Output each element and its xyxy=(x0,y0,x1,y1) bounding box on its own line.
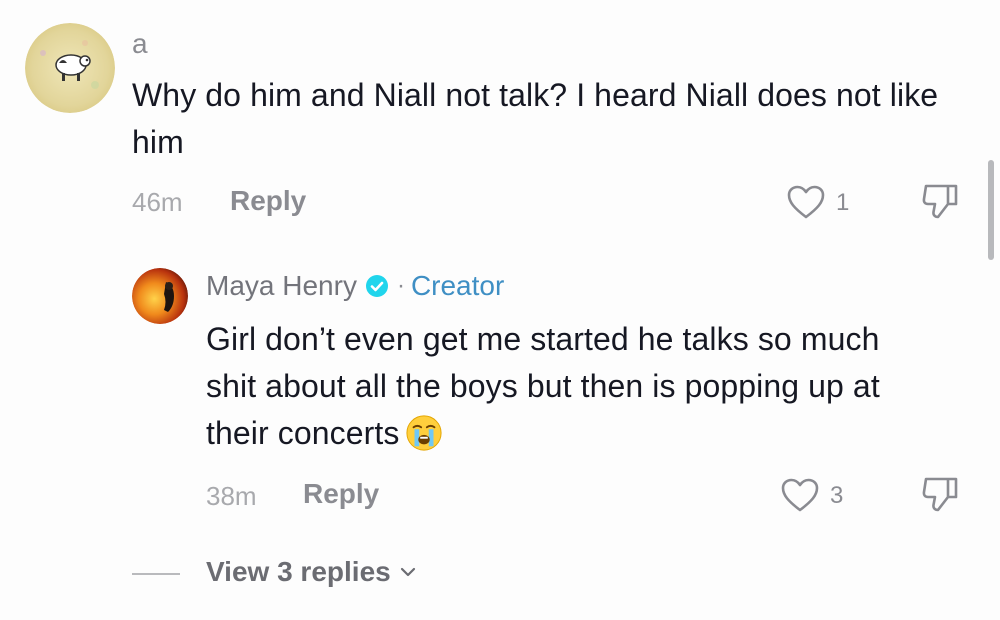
chevron-down-icon xyxy=(400,567,415,577)
comment-text: Why do him and Niall not talk? I heard N… xyxy=(132,77,939,160)
view-replies-label: View 3 replies xyxy=(206,556,391,587)
avatar[interactable] xyxy=(132,268,188,324)
comment-timestamp: 46m xyxy=(132,187,183,217)
cow-cartoon-avatar-icon xyxy=(25,23,115,113)
like-count: 1 xyxy=(836,189,850,216)
like-count: 3 xyxy=(830,482,844,509)
verified-badge-icon xyxy=(365,275,388,297)
separator-dot: · xyxy=(396,272,405,299)
heart-icon[interactable] xyxy=(780,477,820,513)
dislike-icon[interactable] xyxy=(920,182,962,220)
loudly-crying-face-icon xyxy=(406,415,443,451)
reply-button[interactable]: Reply xyxy=(303,478,379,510)
creator-header: Maya Henry · Creator xyxy=(206,270,504,302)
comment-timestamp: 38m xyxy=(206,481,257,511)
comment-username[interactable]: a xyxy=(132,28,148,60)
dislike-icon[interactable] xyxy=(920,475,962,513)
heart-icon[interactable] xyxy=(786,184,826,220)
replies-divider xyxy=(132,573,180,575)
comment-thread: a Why do him and Niall not talk? I heard… xyxy=(0,0,1000,620)
fire-photo-avatar-icon xyxy=(132,268,188,324)
comment-username[interactable]: Maya Henry xyxy=(206,270,357,302)
creator-badge: Creator xyxy=(410,270,505,301)
reply-button[interactable]: Reply xyxy=(230,185,306,217)
view-replies-button[interactable]: View 3 replies xyxy=(206,556,417,588)
scrollbar[interactable] xyxy=(988,160,994,260)
comment-text-body: Girl don’t even get me started he talks … xyxy=(206,321,880,451)
comment-text: Girl don’t even get me started he talks … xyxy=(206,316,906,457)
avatar[interactable] xyxy=(25,23,115,113)
